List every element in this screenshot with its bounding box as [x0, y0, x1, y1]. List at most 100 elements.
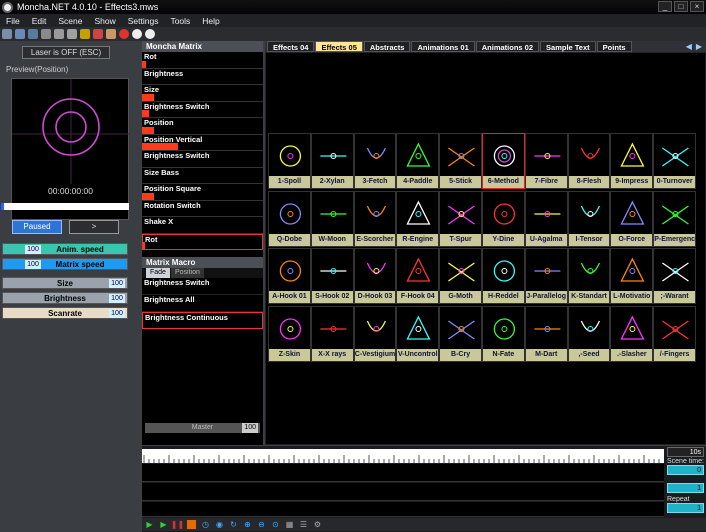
effect-cell[interactable]: ;-Warant [653, 248, 696, 304]
effect-cell[interactable]: F-Hook 04 [396, 248, 440, 304]
effect-cell[interactable]: 9-Impress [610, 133, 654, 189]
macro-row-selected[interactable]: Brightness Continuous [142, 312, 263, 329]
record-icon[interactable]: ◉ [215, 520, 224, 529]
size-slider[interactable]: Size 100 [2, 277, 128, 289]
play-all-icon[interactable]: ▶ [159, 520, 168, 529]
help-icon[interactable] [145, 29, 155, 39]
tab-scroll-left-icon[interactable]: ◀ [686, 42, 692, 51]
matrix-row[interactable]: Position Vertical [142, 134, 263, 151]
menu-tools[interactable]: Tools [164, 16, 196, 26]
tab-abstracts[interactable]: Abstracts [363, 41, 411, 52]
effect-cell[interactable]: B-Cry [439, 305, 482, 362]
effect-cell[interactable]: 1-Spoll [268, 133, 311, 189]
effect-cell[interactable]: G-Moth [439, 248, 482, 304]
timeline-track[interactable] [142, 483, 664, 501]
tab-sample-text[interactable]: Sample Text [540, 41, 596, 52]
clock-icon[interactable] [132, 29, 142, 39]
loop-icon[interactable]: ↻ [229, 520, 238, 529]
zoom-fit-icon[interactable]: ⊙ [271, 520, 280, 529]
effect-cell[interactable]: Y-Dine [482, 190, 525, 247]
macro-row[interactable]: Brightness Switch [142, 278, 263, 295]
matrix-row[interactable]: Rot [142, 52, 263, 69]
matrix-row[interactable]: Position Square [142, 184, 263, 201]
effect-cell[interactable]: 0-Turnover [653, 133, 696, 189]
zoom-out-icon[interactable]: ⊖ [257, 520, 266, 529]
menu-settings[interactable]: Settings [122, 16, 165, 26]
effect-cell[interactable]: W-Moon [310, 190, 354, 247]
pause-icon[interactable]: ❚❚ [171, 520, 184, 529]
copy-icon[interactable] [54, 29, 64, 39]
effect-cell[interactable]: S-Hook 02 [310, 248, 354, 304]
matrix-row[interactable]: Shake X [142, 217, 263, 234]
brightness-slider[interactable]: Brightness 100 [2, 292, 128, 304]
clock-icon[interactable]: ◷ [201, 520, 210, 529]
effect-cell[interactable]: R-Engine [396, 190, 440, 247]
menu-file[interactable]: File [0, 16, 26, 26]
preview-scrubber[interactable] [1, 203, 129, 210]
tab-points[interactable]: Points [596, 41, 632, 52]
effect-cell[interactable]: N-Fate [482, 305, 525, 362]
paste-icon[interactable] [67, 29, 77, 39]
paused-button[interactable]: Paused [12, 220, 62, 234]
effect-cell[interactable]: U-Agalma [524, 190, 568, 247]
tab-scroll-right-icon[interactable]: ▶ [696, 42, 702, 51]
menu-show[interactable]: Show [88, 16, 121, 26]
effect-cell[interactable]: E-Scorcher [353, 190, 397, 247]
tab-animations-01[interactable]: Animations 01 [411, 41, 475, 52]
repeat-field[interactable]: 1 [667, 503, 704, 513]
tab-effects-05[interactable]: Effects 05 [315, 41, 363, 52]
effect-cell[interactable]: 4-Paddle [396, 133, 440, 189]
minimize-button[interactable]: _ [658, 1, 672, 12]
effect-cell[interactable]: 2-Xylan [310, 133, 354, 189]
value-b-field[interactable]: 1 [667, 483, 704, 493]
timeline-track[interactable] [142, 502, 664, 517]
effect-cell[interactable]: T-Spur [439, 190, 482, 247]
effect-cell[interactable]: V-Uncontrol [396, 305, 440, 362]
macro-tab-position[interactable]: Position [170, 268, 204, 278]
play-icon[interactable]: ▶ [145, 520, 154, 529]
effect-cell[interactable]: O-Force [610, 190, 654, 247]
macro-tab-fade[interactable]: Fade [146, 268, 170, 278]
close-button[interactable]: × [690, 1, 704, 12]
effect-cell[interactable]: .-Slasher [610, 305, 654, 362]
effect-cell[interactable]: 3-Fetch [353, 133, 397, 189]
save-icon[interactable] [28, 29, 38, 39]
effect-cell[interactable]: ,-Seed [567, 305, 611, 362]
effect-cell[interactable]: Z-Skin [268, 305, 311, 362]
matrix-row[interactable]: Rotation Switch [142, 200, 263, 217]
matrix-row[interactable]: Rot [142, 233, 263, 250]
wand-icon[interactable] [80, 29, 90, 39]
matrix-row[interactable]: Brightness Switch [142, 101, 263, 118]
laser-icon[interactable] [93, 29, 103, 39]
effect-cell[interactable]: H-Reddel [482, 248, 525, 304]
effect-cell[interactable]: L-Motivatio [610, 248, 654, 304]
effect-cell[interactable]: 7-Fibre [524, 133, 568, 189]
effect-cell[interactable]: C-Vestigium [353, 305, 397, 362]
grid-icon[interactable]: ▦ [285, 520, 294, 529]
effect-cell[interactable]: M-Dart [524, 305, 568, 362]
settings-icon[interactable]: ⚙ [313, 520, 322, 529]
matrix-row[interactable]: Brightness Switch [142, 151, 263, 168]
effect-cell[interactable]: 8-Flesh [567, 133, 611, 189]
effect-cell[interactable]: X-X rays [310, 305, 354, 362]
new-file-icon[interactable] [2, 29, 12, 39]
effect-cell[interactable]: D-Hook 03 [353, 248, 397, 304]
matrix-row[interactable]: Size Bass [142, 167, 263, 184]
list-icon[interactable]: ☰ [299, 520, 308, 529]
timeline-track[interactable] [142, 464, 664, 482]
effect-cell[interactable]: /-Fingers [653, 305, 696, 362]
tab-animations-02[interactable]: Animations 02 [475, 41, 540, 52]
anim-speed-slider[interactable]: 100 Anim. speed [2, 243, 128, 255]
timeline-ruler[interactable] [142, 449, 664, 463]
next-button[interactable]: > [69, 220, 119, 234]
menu-edit[interactable]: Edit [26, 16, 53, 26]
stop-icon[interactable] [187, 520, 196, 529]
scanrate-slider[interactable]: Scanrate 100 [2, 307, 128, 319]
matrix-row[interactable]: Brightness [142, 68, 263, 85]
effect-cell[interactable]: J-Parallelog [524, 248, 568, 304]
macro-row[interactable]: Brightness All [142, 295, 263, 312]
matrix-speed-slider[interactable]: 100 Matrix speed [2, 258, 128, 270]
tab-effects-04[interactable]: Effects 04 [267, 41, 315, 52]
scene-time-field[interactable]: 0 [667, 465, 704, 475]
master-slider[interactable]: Master 100 [145, 423, 260, 433]
